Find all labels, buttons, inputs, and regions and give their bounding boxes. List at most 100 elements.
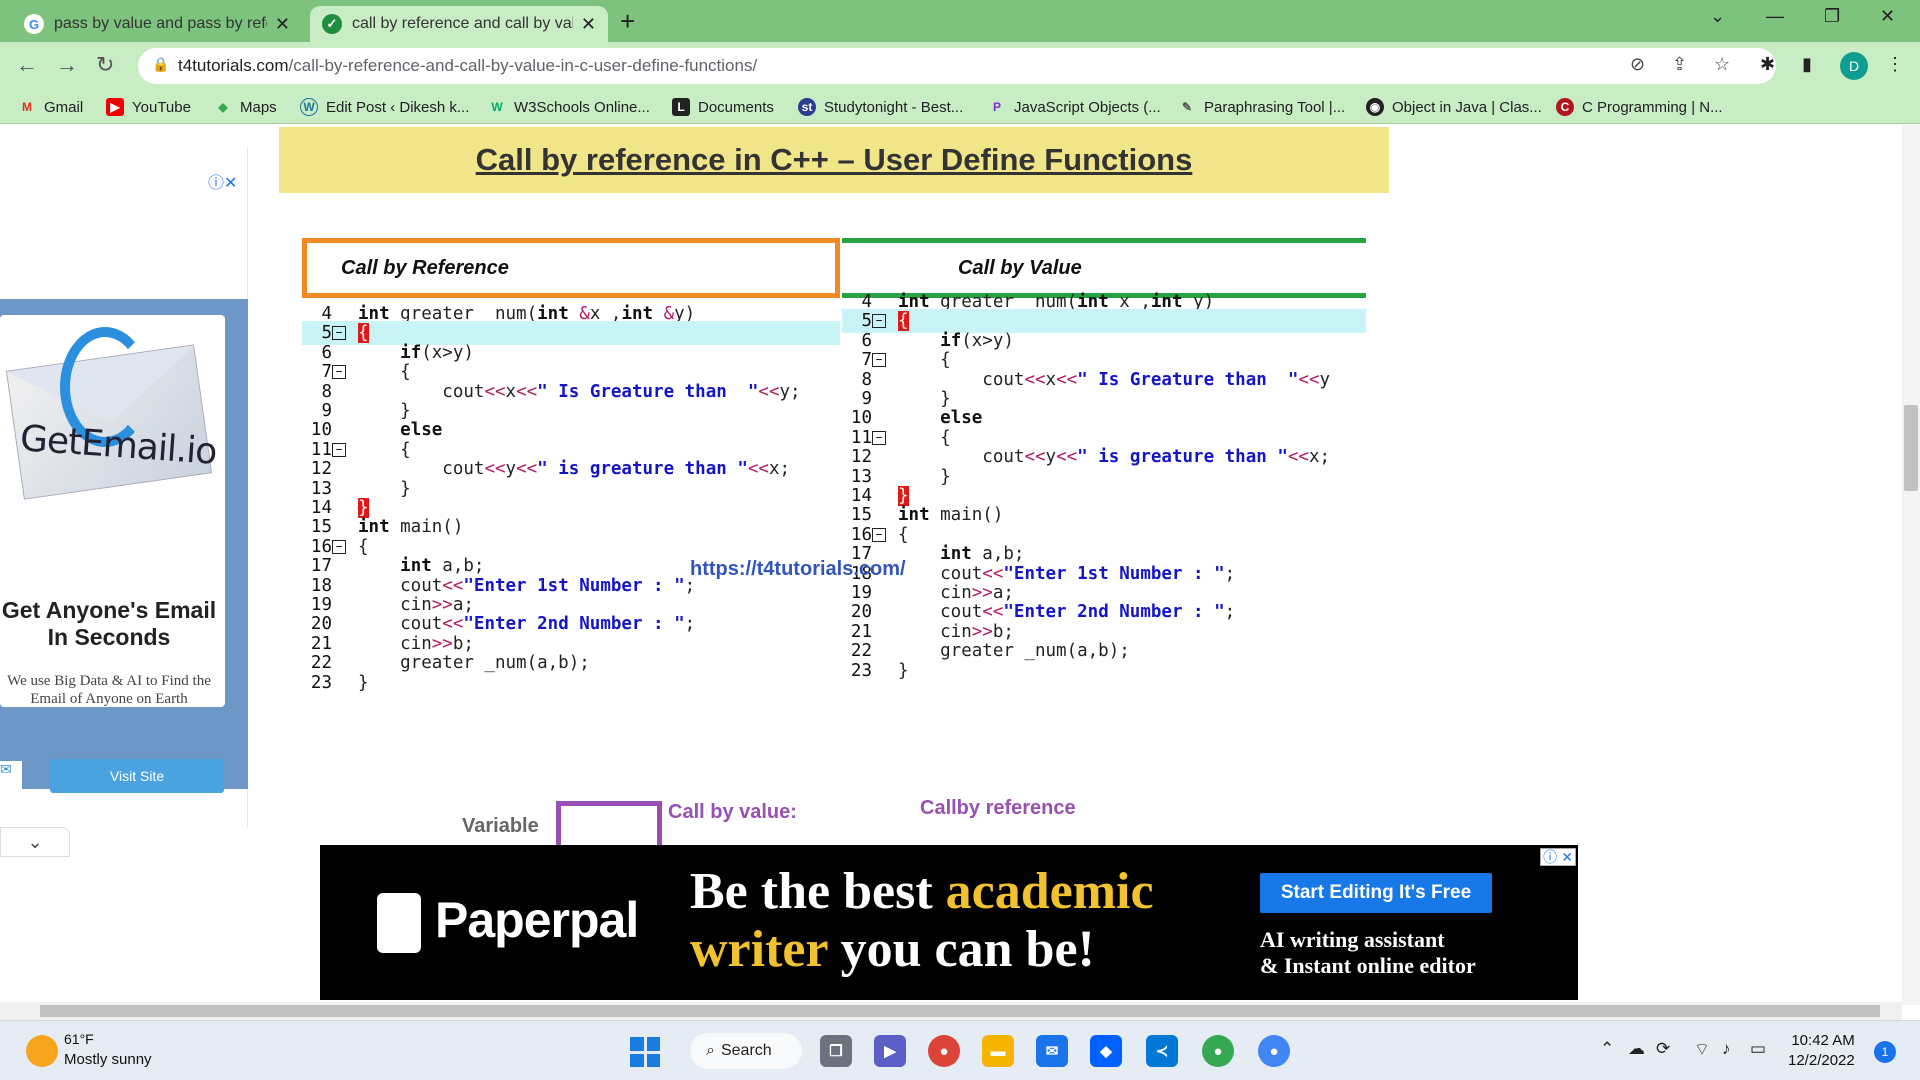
bookmark-label: Gmail xyxy=(44,98,84,116)
maps-icon: ◆ xyxy=(218,100,228,114)
bookmark-w3schools[interactable]: W W3Schools Online... xyxy=(488,96,650,118)
url-path: /call-by-reference-and-call-by-value-in-… xyxy=(288,56,758,75)
weather-sun-icon[interactable] xyxy=(26,1035,58,1067)
clock[interactable]: 10:42 AM 12/2/2022 xyxy=(1788,1031,1855,1071)
temperature[interactable]: 61°F xyxy=(64,1031,94,1047)
article-title: Call by reference in C++ – User Define F… xyxy=(279,127,1389,193)
c-icon: C xyxy=(1556,98,1574,116)
ad-info-icon[interactable]: ⓘ✕ xyxy=(208,169,237,193)
tab-title: pass by value and pass by refere xyxy=(54,15,267,32)
close-window-icon[interactable]: ✕ xyxy=(1880,6,1895,27)
screen: G pass by value and pass by refere ✕ ✓ c… xyxy=(0,0,1920,1080)
slogan-part: you can be! xyxy=(827,921,1095,978)
bookmark-youtube[interactable]: ▶ YouTube xyxy=(106,96,191,118)
mail-icon[interactable]: ✉ xyxy=(1036,1035,1068,1067)
horizontal-scroll-thumb[interactable] xyxy=(40,1005,1880,1017)
teams-icon[interactable]: ▶ xyxy=(874,1035,906,1067)
vertical-scroll-thumb[interactable] xyxy=(1904,405,1918,491)
chrome-active-icon[interactable]: ● xyxy=(1258,1035,1290,1067)
date: 12/2/2022 xyxy=(1788,1052,1855,1069)
url-domain: t4tutorials.com xyxy=(178,56,289,75)
tab-strip: G pass by value and pass by refere ✕ ✓ c… xyxy=(0,0,1920,42)
tab-pass-by-value[interactable]: G pass by value and pass by refere ✕ xyxy=(12,6,302,42)
bottom-ad[interactable]: Paperpal Be the best academic writer you… xyxy=(320,845,1578,1000)
variable-label: Variable xyxy=(462,815,539,837)
forward-icon[interactable]: → xyxy=(56,52,78,78)
star-icon[interactable]: ☆ xyxy=(1714,54,1730,75)
vertical-scrollbar[interactable] xyxy=(1902,125,1920,1005)
wordpress-icon: W xyxy=(300,98,318,116)
menu-icon[interactable]: ⋮ xyxy=(1886,54,1904,75)
minimize-icon[interactable]: — xyxy=(1766,6,1784,27)
studytonight-icon: st xyxy=(798,98,816,116)
search-icon: ⌕ xyxy=(706,1042,715,1059)
extensions-icon[interactable]: ✱ xyxy=(1760,54,1775,75)
bookmark-studytonight[interactable]: st Studytonight - Best... xyxy=(798,96,963,118)
wifi-icon[interactable]: ⌔ xyxy=(1694,1039,1710,1060)
bookmark-label: Object in Java | Clas... xyxy=(1392,98,1542,116)
chrome-icon[interactable]: ● xyxy=(928,1035,960,1067)
bookmark-label: YouTube xyxy=(132,98,191,116)
battery-icon[interactable]: ▭ xyxy=(1750,1039,1766,1059)
lock-icon[interactable]: 🔒 xyxy=(152,56,169,73)
watermark-url: https://t4tutorials.com/ xyxy=(690,558,906,580)
panel-ref-title: Call by Reference xyxy=(302,238,840,298)
tray-expand-icon[interactable]: ⌃ xyxy=(1600,1039,1614,1059)
bookmark-documents[interactable]: L Documents xyxy=(672,96,774,118)
weather-condition[interactable]: Mostly sunny xyxy=(64,1051,152,1068)
bookmark-label: JavaScript Objects (... xyxy=(1014,98,1161,116)
paperpal-brand: Paperpal xyxy=(435,892,639,948)
url-text[interactable]: t4tutorials.com/call-by-reference-and-ca… xyxy=(178,56,757,76)
bookmarks-bar: M Gmail ▶ YouTube ◆ Maps W Edit Post ‹ Dikes… xyxy=(0,90,1920,124)
bookmark-edit-post[interactable]: W Edit Post ‹ Dikesh k... xyxy=(300,96,469,118)
chrome-profile-icon[interactable]: ● xyxy=(1202,1035,1234,1067)
sync-icon[interactable]: ⟳ xyxy=(1656,1039,1670,1059)
share-icon[interactable]: ⇪ xyxy=(1672,54,1687,75)
line-number: 23 xyxy=(850,660,872,681)
bookmark-c-programming[interactable]: C C Programming | N... xyxy=(1556,96,1723,118)
reload-icon[interactable]: ↻ xyxy=(96,52,114,78)
onedrive-icon[interactable]: ☁ xyxy=(1628,1039,1645,1059)
code-text: } xyxy=(358,672,369,693)
taskbar-search[interactable]: ⌕ Search xyxy=(690,1033,802,1069)
dropbox-icon[interactable]: ◆ xyxy=(1090,1035,1122,1067)
visit-site-button[interactable]: Visit Site xyxy=(50,759,224,793)
vscode-icon[interactable]: ≺ xyxy=(1146,1035,1178,1067)
ad-mini-logo-icon: ✉ xyxy=(0,761,22,789)
close-tab-icon[interactable]: ✕ xyxy=(275,14,290,35)
call-by-reference-label: Callby reference xyxy=(920,797,1076,819)
address-bar[interactable]: 🔒 t4tutorials.com/call-by-reference-and-… xyxy=(138,48,1776,84)
code-line: 23} xyxy=(302,671,840,695)
bookmark-maps[interactable]: ◆ Maps xyxy=(214,96,277,118)
back-icon[interactable]: ← xyxy=(16,52,38,78)
tab-call-by-reference[interactable]: ✓ call by reference and call by valu ✕ xyxy=(310,6,608,42)
bookmark-paraphrasing[interactable]: ✎ Paraphrasing Tool |... xyxy=(1178,96,1345,118)
google-icon: G xyxy=(24,14,44,34)
bookmark-gmail[interactable]: M Gmail xyxy=(18,96,83,118)
chevron-down-icon[interactable]: ⌄ xyxy=(1710,6,1725,27)
notification-badge[interactable]: 1 xyxy=(1874,1041,1896,1063)
close-tab-icon[interactable]: ✕ xyxy=(581,14,596,35)
bookmark-javascript[interactable]: P JavaScript Objects (... xyxy=(988,96,1161,118)
article-title-link[interactable]: Call by reference in C++ – User Define F… xyxy=(476,142,1193,178)
ad-close-icon[interactable]: ⓘ ✕ xyxy=(1540,848,1576,866)
profile-avatar[interactable]: D xyxy=(1840,52,1868,80)
start-editing-button[interactable]: Start Editing It's Free xyxy=(1260,873,1492,913)
windows-start-icon[interactable] xyxy=(630,1037,660,1067)
ad-subtext: We use Big Data & AI to Find the Email o… xyxy=(7,673,211,707)
globe-icon: ◉ xyxy=(1366,98,1384,116)
new-tab-icon[interactable]: + xyxy=(620,6,635,37)
file-explorer-icon[interactable]: ▬ xyxy=(982,1035,1014,1067)
tab-title: call by reference and call by valu xyxy=(352,15,573,32)
code-comparison-image: Call by Reference Call by Value 4 int gre… xyxy=(302,238,1366,778)
side-panel-icon[interactable]: ▮ xyxy=(1802,54,1812,75)
collapse-ad-icon[interactable]: ⌄ xyxy=(0,827,70,857)
javascript-icon: P xyxy=(992,100,1001,114)
restore-icon[interactable]: ❐ xyxy=(1824,6,1840,27)
eye-off-icon[interactable]: ⊘ xyxy=(1630,54,1645,75)
bookmark-label: Maps xyxy=(240,98,277,116)
bookmark-label: W3Schools Online... xyxy=(514,98,650,116)
task-view-icon[interactable]: ❐ xyxy=(820,1035,852,1067)
speaker-icon[interactable]: ♪ xyxy=(1722,1039,1731,1059)
bookmark-object-java[interactable]: ◉ Object in Java | Clas... xyxy=(1366,96,1542,118)
